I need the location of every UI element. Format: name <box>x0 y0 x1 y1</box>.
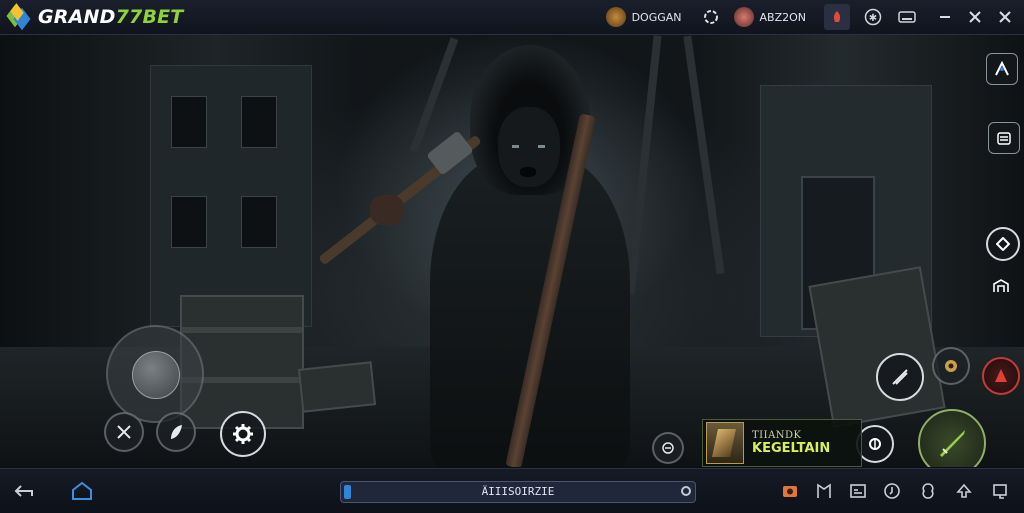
settings-button[interactable] <box>220 411 266 457</box>
sword-icon <box>940 430 965 457</box>
gear-icon <box>233 424 253 444</box>
home-icon <box>72 481 92 500</box>
svg-text:✱: ✱ <box>869 13 877 24</box>
location-icon <box>884 483 900 499</box>
help-icon[interactable]: ✱ <box>862 6 884 28</box>
player1-name: DOGGAN <box>631 10 682 24</box>
install-button[interactable] <box>952 479 976 503</box>
joystick-knob[interactable] <box>132 351 180 399</box>
title-bar: GRAND77BET DOGGAN ABZ2ON ✱ <box>0 0 1024 35</box>
location-button[interactable] <box>880 479 904 503</box>
loading-progress-bar: ÄIIISOIRZIE <box>340 481 696 503</box>
shake-icon <box>922 483 934 499</box>
rotate-screen-icon <box>993 484 1007 499</box>
title-bar-controls: DOGGAN ABZ2ON ✱ <box>605 0 1024 34</box>
scene-crate <box>808 266 946 428</box>
crossed-swords-icon <box>117 425 131 439</box>
map-icon <box>995 60 1009 76</box>
swap-icon <box>662 442 674 454</box>
bottom-toolbar: ÄIIISOIRZIE <box>0 468 1024 513</box>
sync-icon[interactable] <box>700 6 722 28</box>
logo-cube-icon <box>6 3 32 31</box>
scene-building-left <box>150 65 312 327</box>
player1-avatar <box>605 7 626 27</box>
diamond-icon <box>996 237 1010 251</box>
folder-icon <box>850 484 866 498</box>
character-portrait <box>706 422 744 464</box>
flame-icon <box>995 369 1007 382</box>
progress-text: ÄIIISOIRZIE <box>481 485 555 498</box>
camera-icon <box>783 486 797 497</box>
blade-icon <box>892 369 908 385</box>
structure-button[interactable] <box>986 271 1016 301</box>
screenshot-button[interactable] <box>778 479 802 503</box>
player2-name: ABZ2ON <box>759 10 807 24</box>
app-name: GRAND77BET <box>38 6 184 28</box>
game-viewport[interactable]: TIIANDK KEGELTAIN <box>0 35 1024 467</box>
hooded-character <box>318 45 650 467</box>
build-icon <box>993 279 1009 292</box>
player1-chip[interactable]: DOGGAN <box>605 7 682 27</box>
orb-icon <box>945 360 957 372</box>
back-button[interactable] <box>12 479 36 503</box>
target-button[interactable] <box>986 227 1020 261</box>
keyboard-icon[interactable] <box>896 6 918 28</box>
character-subtitle: TIIANDK <box>752 430 802 441</box>
inventory-button[interactable] <box>988 122 1020 154</box>
character-card[interactable]: TIIANDK KEGELTAIN <box>702 419 862 467</box>
skill-orb-button[interactable] <box>932 347 970 385</box>
leaf-icon <box>171 425 182 439</box>
rotate-button[interactable] <box>988 479 1012 503</box>
flag-icon <box>817 483 831 498</box>
swap-button[interactable] <box>652 432 684 464</box>
leaf-skill-button[interactable] <box>156 412 196 452</box>
upload-icon <box>956 483 972 498</box>
home-button[interactable] <box>70 479 94 503</box>
player2-chip[interactable]: ABZ2ON <box>733 7 807 27</box>
maximize-button[interactable] <box>960 0 990 34</box>
backpack-icon <box>997 132 1011 145</box>
apk-button[interactable] <box>812 479 836 503</box>
sword-skill-button[interactable] <box>104 412 144 452</box>
interact-icon <box>869 438 881 450</box>
macro-button[interactable] <box>916 479 940 503</box>
scene-crate <box>297 361 377 413</box>
rage-skill-button[interactable] <box>982 357 1020 395</box>
back-arrow-icon <box>14 485 33 497</box>
movement-joystick[interactable] <box>106 325 204 423</box>
app-logo[interactable]: GRAND77BET <box>6 3 184 31</box>
close-button[interactable] <box>990 0 1020 34</box>
media-button[interactable] <box>846 479 870 503</box>
minimize-button[interactable] <box>930 0 960 34</box>
map-button[interactable] <box>986 53 1018 85</box>
character-name: KEGELTAIN <box>752 441 831 456</box>
weapon-swap-button[interactable] <box>876 353 924 401</box>
record-icon[interactable] <box>824 4 850 30</box>
progress-end-indicator <box>681 486 691 496</box>
player2-avatar <box>733 7 754 27</box>
